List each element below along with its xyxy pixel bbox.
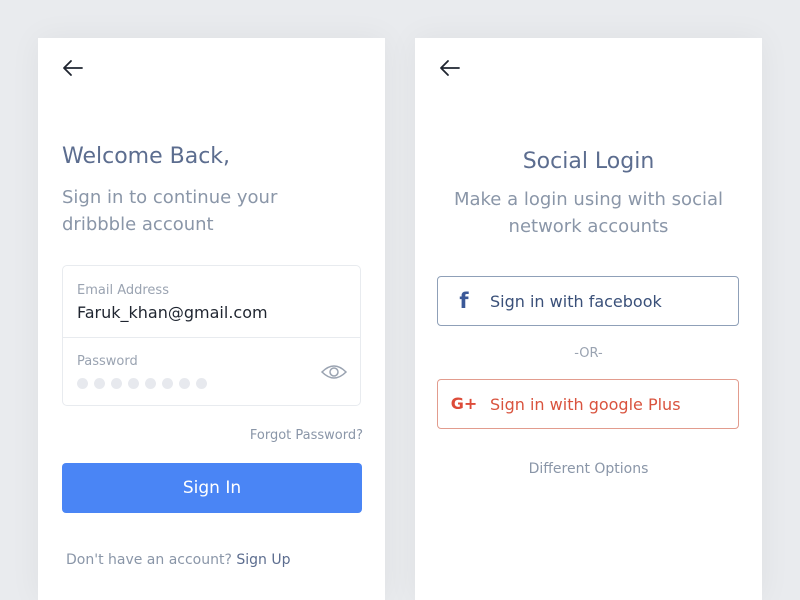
password-dot — [128, 378, 139, 389]
signup-prompt: Don't have an account? Sign Up — [66, 552, 291, 568]
back-arrow-icon[interactable] — [60, 58, 84, 78]
password-dot — [94, 378, 105, 389]
sign-up-link[interactable]: Sign Up — [236, 552, 290, 568]
social-login-screen: Social Login Make a login using with soc… — [415, 38, 762, 600]
signin-screen: Welcome Back, Sign in to continue your d… — [38, 38, 385, 600]
field-divider — [63, 337, 360, 338]
google-plus-signin-button[interactable]: G+ Sign in with google Plus — [437, 379, 739, 429]
password-dot — [179, 378, 190, 389]
email-field[interactable] — [77, 303, 347, 322]
sign-in-button[interactable]: Sign In — [62, 463, 362, 513]
welcome-title: Welcome Back, — [62, 144, 231, 169]
welcome-subtitle: Sign in to continue your dribbble accoun… — [62, 187, 278, 235]
no-account-text: Don't have an account? — [66, 552, 232, 568]
forgot-password-link[interactable]: Forgot Password? — [250, 428, 363, 443]
social-login-subtitle: Make a login using with social network a… — [453, 189, 724, 237]
login-form-card: Email Address Password — [62, 265, 361, 406]
facebook-button-label: Sign in with facebook — [490, 291, 662, 311]
google-plus-icon: G+ — [450, 394, 478, 413]
social-login-title: Social Login — [522, 149, 655, 174]
facebook-icon: f — [459, 288, 469, 313]
or-divider: -OR- — [574, 346, 603, 361]
password-field[interactable] — [77, 378, 207, 389]
password-dot — [77, 378, 88, 389]
different-options-link[interactable]: Different Options — [415, 461, 762, 477]
password-dot — [196, 378, 207, 389]
eye-icon[interactable] — [320, 362, 348, 382]
password-dot — [162, 378, 173, 389]
password-label: Password — [77, 354, 138, 369]
password-dot — [111, 378, 122, 389]
email-label: Email Address — [77, 283, 169, 298]
facebook-signin-button[interactable]: f Sign in with facebook — [437, 276, 739, 326]
google-button-label: Sign in with google Plus — [490, 394, 681, 414]
back-arrow-icon[interactable] — [437, 58, 461, 78]
password-dot — [145, 378, 156, 389]
